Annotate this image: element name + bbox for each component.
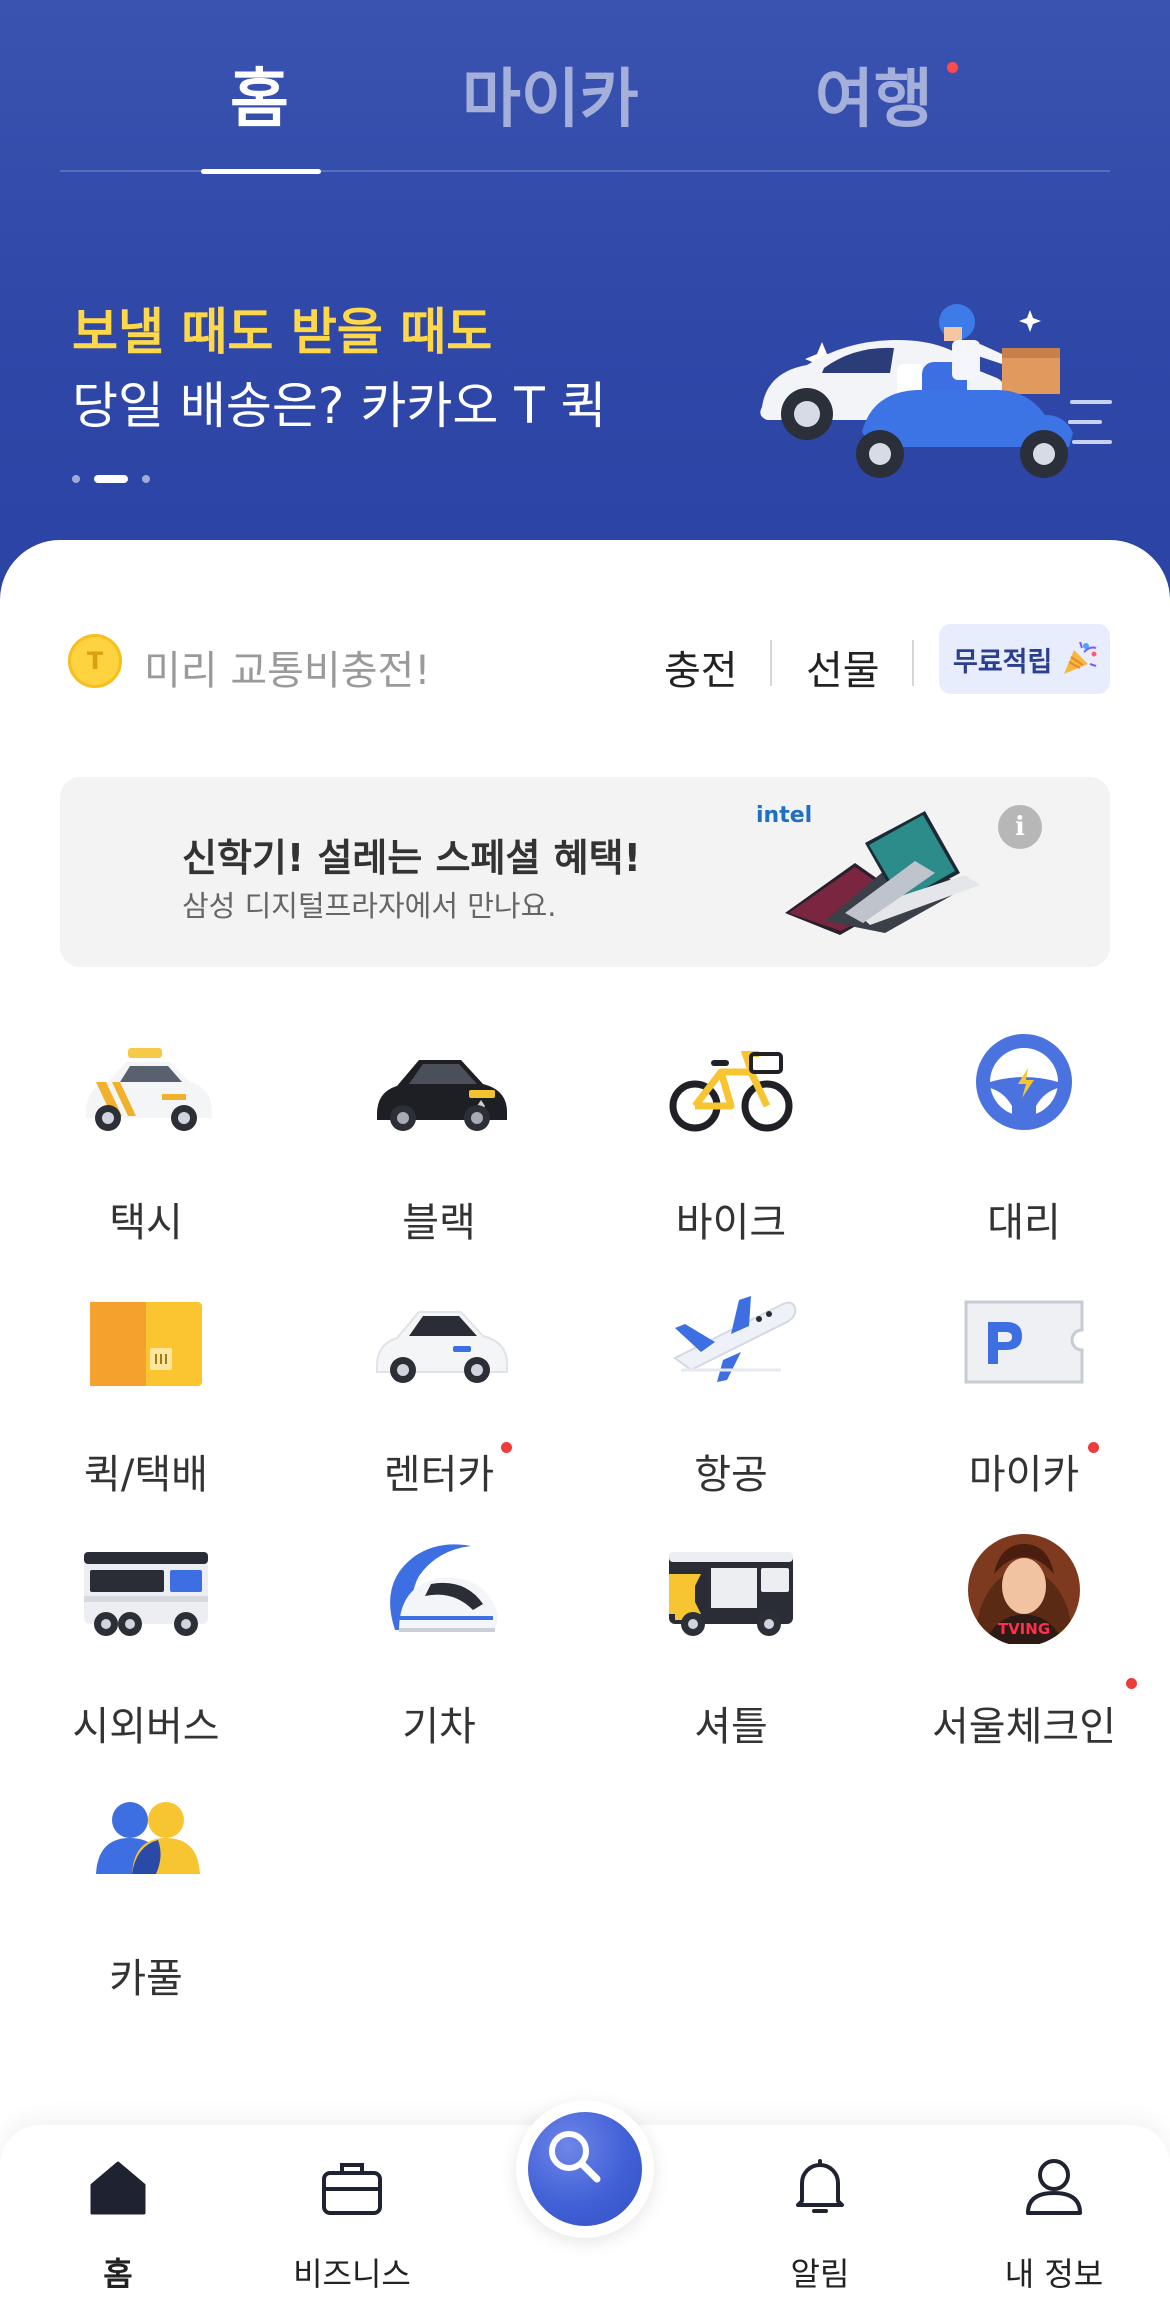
service-label: 마이카	[968, 1452, 1080, 1498]
nav-label: 알림	[790, 2255, 850, 2293]
parcel-box-icon	[90, 1302, 202, 1386]
t-coin-icon: T	[68, 634, 122, 688]
free-points-label: 무료적립	[953, 646, 1053, 678]
service-driver[interactable]: 대리	[904, 1030, 1144, 1260]
rental-car-icon	[376, 1311, 508, 1383]
charge-row: T 미리 교통비충전! 충전 선물 무료적립	[68, 620, 1110, 700]
gift-link[interactable]: 선물	[806, 638, 880, 696]
service-rental-car[interactable]: 렌터카	[319, 1282, 559, 1512]
ad-title: 신학기! 설레는 스페셜 혜택!	[182, 836, 641, 880]
hero-section: 홈 마이카 여행 보낼 때도 받을 때도 당일 배송은? 카카오 T 퀵	[0, 0, 1170, 600]
service-label: 퀵/택배	[84, 1452, 208, 1498]
bus-icon	[84, 1552, 208, 1636]
nav-label: 홈	[103, 2255, 133, 2293]
carpool-icon	[96, 1802, 200, 1874]
parking-icon	[964, 1300, 1084, 1384]
party-popper-icon	[1064, 641, 1097, 674]
service-black[interactable]: 블랙	[319, 1030, 559, 1260]
nav-label: 비즈니스	[293, 2255, 411, 2293]
search-button[interactable]	[516, 2100, 654, 2238]
tab-divider	[60, 170, 1110, 172]
service-label: 서울체크인	[932, 1704, 1116, 1750]
black-car-icon	[377, 1060, 507, 1131]
banner-subtitle: 당일 배송은? 카카오 T 퀵	[72, 377, 607, 435]
nav-alerts[interactable]: 알림	[720, 2149, 920, 2299]
airplane-icon	[673, 1296, 797, 1382]
service-taxi[interactable]: 택시	[26, 1030, 266, 1260]
service-label: 셔틀	[694, 1704, 768, 1750]
charge-link[interactable]: 충전	[664, 638, 738, 696]
new-badge-dot	[1088, 1442, 1099, 1453]
info-icon[interactable]: i	[998, 805, 1042, 849]
service-quick-delivery[interactable]: 퀵/택배	[26, 1282, 266, 1512]
tab-mycar[interactable]: 마이카	[462, 48, 639, 140]
steering-wheel-icon	[976, 1034, 1072, 1130]
tab-travel[interactable]: 여행	[815, 48, 933, 140]
tab-travel-new-dot	[947, 62, 958, 73]
nav-home[interactable]: 홈	[18, 2149, 218, 2299]
taxi-icon	[86, 1048, 212, 1131]
service-label: 항공	[694, 1452, 768, 1498]
service-label: 카풀	[109, 1956, 183, 2002]
service-mycar[interactable]: 마이카	[904, 1282, 1144, 1512]
nav-business[interactable]: 비즈니스	[252, 2149, 452, 2299]
service-label: 블랙	[402, 1200, 476, 1246]
divider	[912, 640, 914, 686]
user-icon	[1026, 2159, 1082, 2215]
banner-dot-active	[94, 474, 128, 483]
tab-home[interactable]: 홈	[230, 48, 289, 140]
service-label: 기차	[402, 1704, 476, 1750]
banner-page-indicator	[72, 468, 164, 483]
briefcase-icon	[322, 2163, 382, 2215]
top-tab-bar: 홈 마이카 여행	[60, 0, 1110, 174]
bike-icon	[669, 1051, 793, 1132]
search-icon	[549, 2131, 601, 2183]
bell-icon	[796, 2159, 844, 2213]
service-label: 택시	[109, 1200, 183, 1246]
service-label: 대리	[987, 1200, 1061, 1246]
free-points-button[interactable]: 무료적립	[939, 624, 1110, 694]
train-icon	[390, 1544, 498, 1632]
ad-subtitle: 삼성 디지털프라자에서 만나요.	[182, 889, 557, 923]
tving-logo: TVING	[998, 1620, 1050, 1638]
divider	[770, 640, 772, 686]
service-flight[interactable]: 항공	[611, 1282, 851, 1512]
tving-portrait-icon: TVING	[968, 1534, 1080, 1644]
service-seoul-checkin[interactable]: TVING 서울체크인	[904, 1534, 1144, 1764]
banner-dot	[142, 474, 150, 483]
service-carpool[interactable]: 카풀	[26, 1786, 266, 2016]
banner-title: 보낼 때도 받을 때도	[72, 303, 493, 361]
service-intercity-bus[interactable]: 시외버스	[26, 1534, 266, 1764]
service-label: 렌터카	[383, 1452, 495, 1498]
service-train[interactable]: 기차	[319, 1534, 559, 1764]
service-bike[interactable]: 바이크	[611, 1030, 851, 1260]
laptops-illustration	[785, 811, 980, 935]
nav-label: 내 정보	[1004, 2255, 1104, 2293]
service-label: 시외버스	[72, 1704, 220, 1750]
shuttle-icon	[669, 1552, 793, 1636]
service-shuttle[interactable]: 셔틀	[611, 1534, 851, 1764]
service-label: 바이크	[675, 1200, 787, 1246]
new-badge-dot	[1126, 1678, 1137, 1689]
ad-banner[interactable]: 신학기! 설레는 스페셜 혜택! 삼성 디지털프라자에서 만나요. intel …	[60, 777, 1110, 967]
banner-dot	[72, 474, 80, 483]
nav-profile[interactable]: 내 정보	[954, 2149, 1154, 2299]
delivery-scooter-illustration	[760, 304, 1112, 478]
new-badge-dot	[501, 1442, 512, 1453]
charge-prompt[interactable]: 미리 교통비충전!	[144, 638, 430, 696]
home-icon	[90, 2161, 146, 2215]
